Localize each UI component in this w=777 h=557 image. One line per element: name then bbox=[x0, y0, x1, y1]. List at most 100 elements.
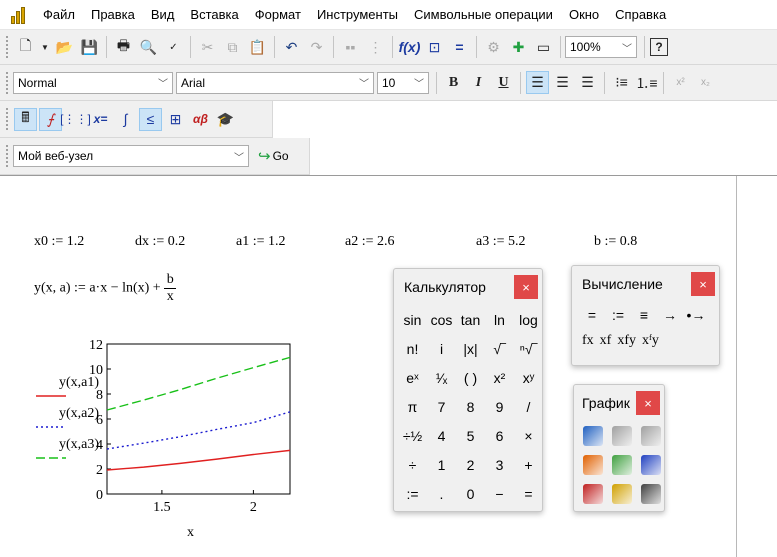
evaluation-titlebar[interactable]: Вычисление × bbox=[572, 266, 719, 302]
evaluation-operator[interactable]: xᶠy bbox=[642, 333, 659, 349]
contour-plot-icon[interactable] bbox=[607, 450, 636, 479]
resource-center-icon[interactable]: ✚ bbox=[507, 36, 530, 59]
calculator-key[interactable]: ÷½ bbox=[398, 421, 427, 450]
open-folder-icon[interactable]: 📂 bbox=[53, 36, 76, 59]
cut-icon[interactable]: ✂ bbox=[196, 36, 219, 59]
align-vertical-icon[interactable]: ⋮ bbox=[364, 36, 387, 59]
chevron-down-icon[interactable]: ▼ bbox=[39, 36, 51, 59]
definition-a2[interactable]: a2 := 2.6 bbox=[345, 234, 395, 250]
calculator-key[interactable]: 9 bbox=[485, 392, 514, 421]
calculator-titlebar[interactable]: Калькулятор × bbox=[394, 269, 542, 305]
align-center-icon[interactable]: ☰ bbox=[551, 71, 574, 94]
graph-titlebar[interactable]: График × bbox=[574, 385, 664, 421]
save-icon[interactable]: 💾 bbox=[78, 36, 101, 59]
go-button[interactable]: ↪ Go bbox=[252, 147, 295, 165]
calculator-key[interactable]: ln bbox=[485, 305, 514, 334]
menu-item[interactable]: Инструменты bbox=[309, 0, 406, 30]
align-right-icon[interactable]: ☰ bbox=[576, 71, 599, 94]
calculator-key[interactable]: √‾ bbox=[485, 334, 514, 363]
toolbar-grip[interactable] bbox=[6, 71, 9, 94]
bar-3d-icon[interactable] bbox=[578, 479, 607, 508]
evaluation-operator[interactable]: ≡ bbox=[634, 307, 654, 323]
definition-b[interactable]: b := 0.8 bbox=[594, 234, 637, 250]
close-icon[interactable]: × bbox=[514, 275, 538, 299]
menu-item[interactable]: Справка bbox=[607, 0, 674, 30]
help-icon[interactable]: ? bbox=[650, 38, 668, 56]
numbered-list-icon[interactable]: ⒈≡ bbox=[635, 71, 658, 94]
trace-icon[interactable] bbox=[636, 479, 665, 508]
toolbar-grip[interactable] bbox=[6, 108, 9, 130]
greek-toolbar-icon[interactable]: αβ bbox=[189, 108, 212, 131]
menu-item[interactable]: Формат bbox=[247, 0, 309, 30]
definition-a1[interactable]: a1 := 1.2 bbox=[236, 234, 286, 250]
menu-item[interactable]: Файл bbox=[35, 0, 83, 30]
calculator-key[interactable]: i bbox=[427, 334, 456, 363]
calculator-toolbar-icon[interactable]: 🖩 bbox=[14, 107, 37, 131]
bold-button[interactable]: B bbox=[442, 71, 465, 94]
calculator-key[interactable]: π bbox=[398, 392, 427, 421]
toolbar-grip[interactable] bbox=[6, 145, 9, 167]
print-icon[interactable]: 🖶 bbox=[112, 36, 135, 59]
toolbar-grip[interactable] bbox=[6, 36, 9, 58]
evaluation-operator[interactable]: := bbox=[608, 307, 628, 323]
evaluation-operator[interactable]: → bbox=[660, 307, 680, 323]
surface-plot-icon[interactable] bbox=[636, 421, 665, 450]
calculator-key[interactable]: ⁿ√‾ bbox=[514, 334, 543, 363]
matrix-toolbar-icon[interactable]: [⋮⋮] bbox=[60, 108, 91, 131]
calculator-key[interactable]: 6 bbox=[485, 421, 514, 450]
calculator-key[interactable]: = bbox=[514, 479, 543, 508]
evaluation-operator[interactable]: xf bbox=[600, 333, 612, 349]
bullet-list-icon[interactable]: ⁝≡ bbox=[610, 71, 633, 94]
menu-item[interactable]: Вид bbox=[143, 0, 183, 30]
subscript-icon[interactable]: x₂ bbox=[694, 71, 717, 94]
print-preview-icon[interactable]: 🔍 bbox=[137, 36, 160, 59]
redo-icon[interactable]: ↷ bbox=[305, 36, 328, 59]
calculator-key[interactable]: |x| bbox=[456, 334, 485, 363]
style-select[interactable]: Normal ﹀ bbox=[13, 71, 173, 94]
definition-a3[interactable]: a3 := 5.2 bbox=[476, 234, 526, 250]
font-size-select[interactable]: 10 ﹀ bbox=[377, 71, 429, 94]
evaluation-operator[interactable]: = bbox=[582, 307, 602, 323]
calculator-key[interactable]: x² bbox=[485, 363, 514, 392]
calculator-key[interactable]: ¹⁄ₓ bbox=[427, 363, 456, 392]
calculator-key[interactable]: cos bbox=[427, 305, 456, 334]
vector-field-icon[interactable] bbox=[636, 450, 665, 479]
calculator-key[interactable]: 4 bbox=[427, 421, 456, 450]
calculator-key[interactable]: tan bbox=[456, 305, 485, 334]
zoom-icon[interactable] bbox=[607, 479, 636, 508]
symbolic-toolbar-icon[interactable]: 🎓 bbox=[214, 108, 237, 131]
xy-plot-icon[interactable] bbox=[578, 421, 607, 450]
close-icon[interactable]: × bbox=[691, 272, 715, 296]
boolean-toolbar-icon[interactable]: ≤ bbox=[139, 107, 162, 131]
programming-toolbar-icon[interactable]: ⊞ bbox=[164, 108, 187, 131]
calculator-key[interactable]: ( ) bbox=[456, 363, 485, 392]
copy-icon[interactable]: ⧉ bbox=[221, 36, 244, 59]
underline-button[interactable]: U bbox=[492, 71, 515, 94]
calculator-key[interactable]: n! bbox=[398, 334, 427, 363]
address-select[interactable]: Мой веб-узел ﹀ bbox=[13, 145, 249, 167]
evaluation-operator[interactable]: •→ bbox=[686, 307, 706, 323]
calculator-key[interactable]: − bbox=[485, 479, 514, 508]
undo-icon[interactable]: ↶ bbox=[280, 36, 303, 59]
close-icon[interactable]: × bbox=[636, 391, 660, 415]
definition-x0[interactable]: x0 := 1.2 bbox=[34, 234, 84, 250]
calculator-key[interactable]: / bbox=[514, 392, 543, 421]
evaluation-toolbar-icon[interactable]: x= bbox=[89, 108, 112, 131]
calculator-key[interactable]: eˣ bbox=[398, 363, 427, 392]
calculator-key[interactable]: . bbox=[427, 479, 456, 508]
calculator-key[interactable]: 3 bbox=[485, 450, 514, 479]
calculator-key[interactable]: 8 bbox=[456, 392, 485, 421]
insert-unit-icon[interactable]: ⊡ bbox=[423, 36, 446, 59]
polar-plot-icon[interactable] bbox=[607, 421, 636, 450]
calculator-key[interactable]: 2 bbox=[456, 450, 485, 479]
calculator-key[interactable]: ÷ bbox=[398, 450, 427, 479]
function-definition[interactable]: y(x, a) := a·x − ln(x) + bx bbox=[34, 272, 177, 305]
calculate-icon[interactable]: = bbox=[448, 36, 471, 59]
insert-component-icon[interactable]: ⚙ bbox=[482, 36, 505, 59]
calculator-key[interactable]: 1 bbox=[427, 450, 456, 479]
calculator-key[interactable]: log bbox=[514, 305, 543, 334]
definition-dx[interactable]: dx := 0.2 bbox=[135, 234, 185, 250]
calculator-key[interactable]: := bbox=[398, 479, 427, 508]
italic-button[interactable]: I bbox=[467, 71, 490, 94]
new-document-icon[interactable]: 🗋 bbox=[14, 36, 37, 59]
